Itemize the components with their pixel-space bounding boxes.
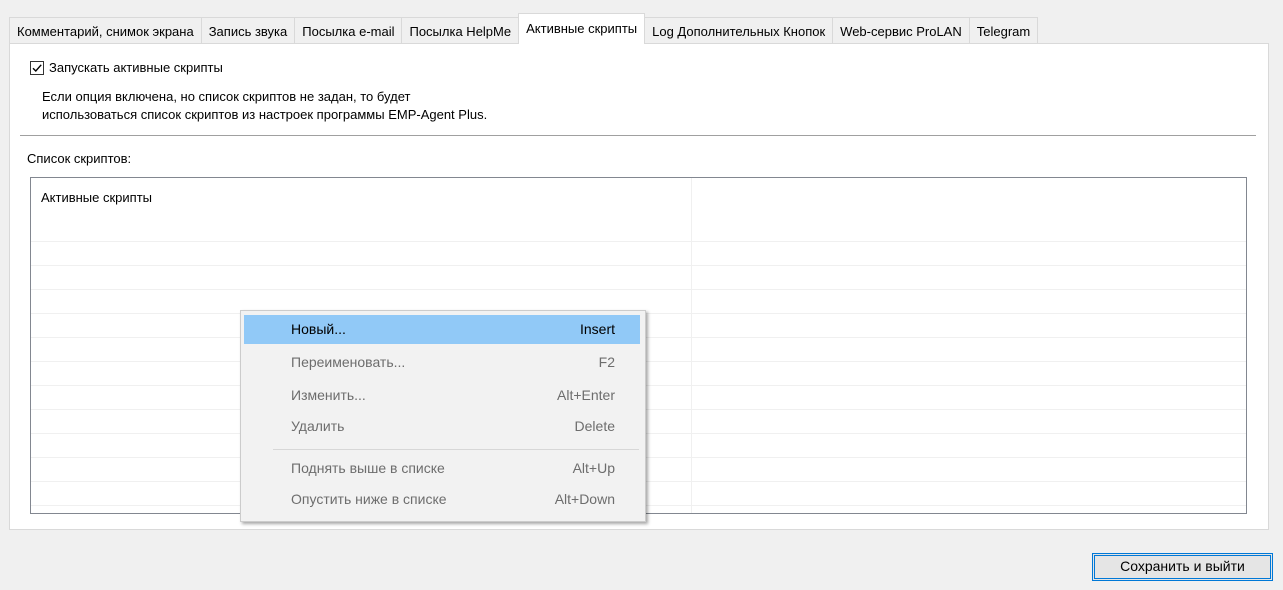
- menu-item-shortcut: Alt+Down: [554, 491, 615, 507]
- menu-item-shortcut: Alt+Up: [572, 460, 615, 476]
- menu-item-rename[interactable]: Переименовать... F2: [244, 348, 640, 377]
- context-menu: Новый... Insert Переименовать... F2 Изме…: [240, 310, 646, 522]
- tab-bar: Комментарий, снимок экрана Запись звука …: [9, 13, 1039, 44]
- menu-item-shortcut: Delete: [574, 418, 615, 434]
- description-line-1: Если опция включена, но список скриптов …: [42, 89, 411, 104]
- tab-log-buttons[interactable]: Log Дополнительных Кнопок: [644, 17, 834, 44]
- divider: [20, 135, 1256, 137]
- tab-helpme[interactable]: Посылка HelpMe: [401, 17, 520, 44]
- list-item[interactable]: Активные скрипты: [41, 190, 152, 205]
- tab-sound-recording[interactable]: Запись звука: [200, 17, 296, 44]
- menu-separator: [273, 449, 639, 450]
- tab-comment-screenshot[interactable]: Комментарий, снимок экрана: [9, 17, 202, 44]
- run-scripts-checkbox[interactable]: [30, 60, 44, 75]
- menu-item-label: Изменить...: [291, 387, 366, 403]
- menu-item-label: Удалить: [291, 418, 345, 434]
- tab-web-service-prolan[interactable]: Web-сервис ProLAN: [832, 17, 970, 44]
- save-and-exit-button[interactable]: Сохранить и выйти: [1092, 553, 1273, 581]
- description-line-2: использоваться список скриптов из настро…: [42, 107, 488, 122]
- menu-item-new[interactable]: Новый... Insert: [244, 315, 640, 344]
- menu-item-shortcut: Insert: [579, 321, 615, 337]
- menu-item-move-up[interactable]: Поднять выше в списке Alt+Up: [244, 454, 640, 483]
- menu-item-label: Опустить ниже в списке: [291, 491, 447, 507]
- tab-active-scripts[interactable]: Активные скрипты: [518, 13, 646, 44]
- empty-row: [31, 266, 1246, 290]
- menu-item-label: Поднять выше в списке: [291, 460, 445, 476]
- run-scripts-option[interactable]: Запускать активные скрипты: [30, 60, 223, 75]
- tab-telegram[interactable]: Telegram: [968, 17, 1039, 44]
- tab-email[interactable]: Посылка e-mail: [294, 17, 403, 44]
- empty-row: [31, 218, 1246, 242]
- empty-row: [31, 242, 1246, 266]
- menu-item-shortcut: Alt+Enter: [557, 387, 615, 403]
- checkmark-icon: [32, 63, 42, 72]
- menu-item-edit[interactable]: Изменить... Alt+Enter: [244, 381, 640, 410]
- scripts-list-label: Список скриптов:: [27, 151, 132, 166]
- menu-item-move-down[interactable]: Опустить ниже в списке Alt+Down: [244, 485, 640, 514]
- menu-item-label: Новый...: [291, 321, 346, 337]
- option-description: Если опция включена, но список скриптов …: [42, 88, 487, 124]
- button-focus-ring: [1094, 555, 1271, 579]
- run-scripts-label: Запускать активные скрипты: [49, 60, 223, 75]
- menu-item-shortcut: F2: [598, 354, 615, 370]
- menu-item-delete[interactable]: Удалить Delete: [244, 412, 640, 441]
- menu-item-label: Переименовать...: [291, 354, 406, 370]
